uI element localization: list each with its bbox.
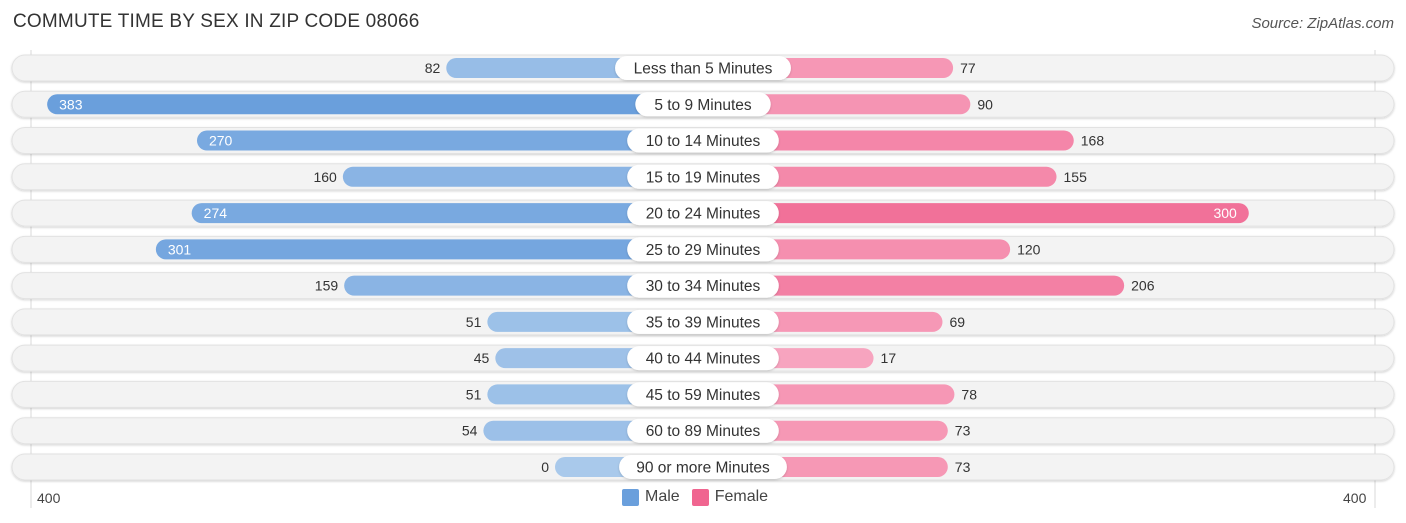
legend-label-female: Female xyxy=(714,488,769,505)
legend: Male Female xyxy=(622,488,780,506)
value-label-male: 383 xyxy=(59,96,83,112)
bar-male xyxy=(47,94,704,115)
value-label-male: 301 xyxy=(168,241,192,257)
value-label-male: 51 xyxy=(466,314,482,330)
chart-row: 160 155 15 to 19 Minutes xyxy=(11,163,1395,191)
category-label: 45 to 59 Minutes xyxy=(646,387,761,404)
value-label-female: 155 xyxy=(1064,169,1088,185)
chart-row: 54 73 60 to 89 Minutes xyxy=(11,417,1395,445)
value-label-female: 300 xyxy=(1213,205,1237,221)
value-label-male: 51 xyxy=(466,386,482,402)
legend-item-male: Male xyxy=(622,488,680,506)
value-label-male: 45 xyxy=(474,350,490,366)
category-label: 35 to 39 Minutes xyxy=(646,314,761,331)
category-label: 15 to 19 Minutes xyxy=(646,169,761,186)
axis-label-left: 400 xyxy=(37,490,61,506)
value-label-male: 160 xyxy=(313,169,337,185)
category-label: 30 to 34 Minutes xyxy=(646,278,761,295)
value-label-female: 78 xyxy=(961,386,977,402)
category-label: 40 to 44 Minutes xyxy=(646,351,761,368)
chart-row: 159 206 30 to 34 Minutes xyxy=(11,272,1395,300)
value-label-male: 82 xyxy=(425,60,441,76)
value-label-female: 73 xyxy=(955,423,971,439)
legend-swatch-male xyxy=(622,488,639,506)
value-label-female: 77 xyxy=(960,60,976,76)
value-label-male: 159 xyxy=(315,278,339,294)
chart-row: 270 168 10 to 14 Minutes xyxy=(11,127,1395,155)
bar-male xyxy=(155,239,703,260)
chart-row: 51 69 35 to 39 Minutes xyxy=(11,308,1395,336)
chart-row: 301 120 25 to 29 Minutes xyxy=(11,235,1395,263)
chart-row: 0 73 90 or more Minutes xyxy=(11,453,1395,481)
chart-row: 274 300 20 to 24 Minutes xyxy=(11,199,1395,227)
chart-canvas: 82 77 Less than 5 Minutes 383 90 5 to 9 Minut… xyxy=(11,50,1395,508)
value-label-male: 54 xyxy=(462,423,478,439)
legend-swatch-female xyxy=(691,488,709,506)
category-label: 60 to 89 Minutes xyxy=(646,423,761,440)
value-label-female: 73 xyxy=(955,459,971,475)
value-label-female: 69 xyxy=(949,314,965,330)
legend-item-female: Female xyxy=(691,488,769,506)
chart-row: 82 77 Less than 5 Minutes xyxy=(11,54,1395,82)
value-label-male: 274 xyxy=(204,205,228,221)
value-label-male: 270 xyxy=(209,133,233,149)
value-label-female: 120 xyxy=(1017,241,1041,257)
category-label: 20 to 24 Minutes xyxy=(646,206,761,223)
axis-label-right: 400 xyxy=(1343,490,1367,506)
value-label-female: 17 xyxy=(881,350,897,366)
bar-female xyxy=(703,203,1249,224)
value-label-female: 168 xyxy=(1081,133,1105,149)
category-label: 10 to 14 Minutes xyxy=(646,133,761,150)
value-label-female: 206 xyxy=(1131,278,1155,294)
legend-label-male: Male xyxy=(645,488,680,505)
chart-row: 383 90 5 to 9 Minutes xyxy=(11,90,1395,118)
chart-row: 51 78 45 to 59 Minutes xyxy=(11,380,1395,408)
value-label-female: 90 xyxy=(977,96,993,112)
value-label-male: 0 xyxy=(541,459,549,475)
category-label: 5 to 9 Minutes xyxy=(654,97,752,114)
chart-row: 45 17 40 to 44 Minutes xyxy=(11,344,1395,372)
category-label: Less than 5 Minutes xyxy=(634,61,773,78)
category-label: 25 to 29 Minutes xyxy=(646,242,761,259)
bar-male xyxy=(191,203,703,224)
bar-male xyxy=(196,130,704,151)
category-label: 90 or more Minutes xyxy=(636,459,770,476)
